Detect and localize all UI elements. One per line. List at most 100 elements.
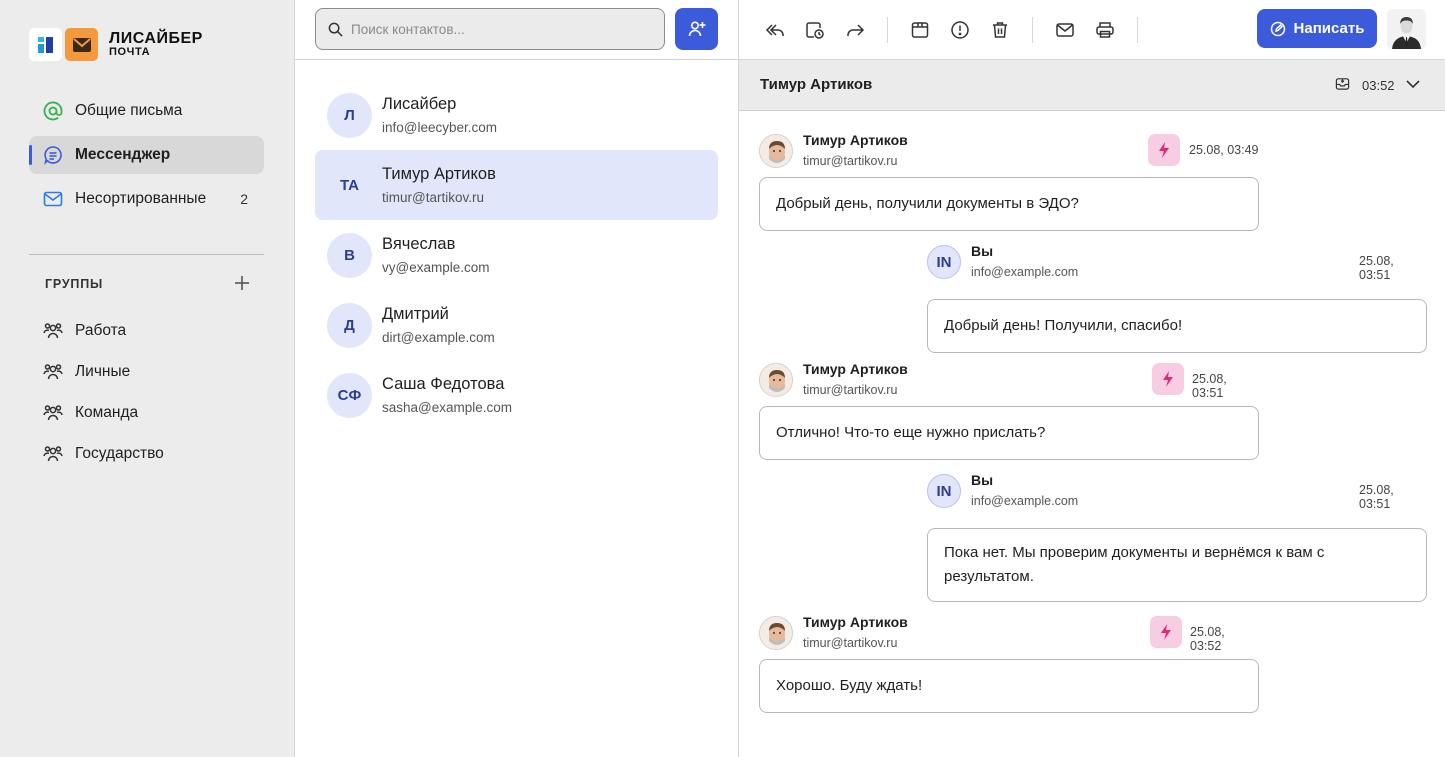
group-item-government[interactable]: Государство [43, 433, 164, 474]
conversation-title: Тимур Артиков [760, 76, 873, 93]
reply-all-icon[interactable] [765, 20, 785, 40]
toolbar-separator [1137, 17, 1138, 43]
message-outgoing: IN Вы info@example.com 25.08, 03:51 Добр… [927, 243, 1427, 353]
trash-icon[interactable] [990, 20, 1010, 40]
group-item-personal[interactable]: Личные [43, 351, 164, 392]
contact-item[interactable]: Д Дмитрий dirt@example.com [315, 290, 718, 360]
group-item-label: Государство [75, 444, 164, 462]
add-contact-button[interactable] [675, 8, 718, 50]
mail-received-icon [1335, 78, 1350, 90]
forward-icon[interactable] [845, 20, 865, 40]
sender-email: info@example.com [971, 494, 1079, 508]
archive-icon[interactable] [910, 20, 930, 40]
groups-title: ГРУППЫ [45, 277, 104, 291]
contact-email: vy@example.com [382, 260, 490, 275]
nav-item-messenger[interactable]: Мессенджер [29, 136, 264, 174]
group-item-team[interactable]: Команда [43, 392, 164, 433]
compose-button[interactable]: Написать [1257, 9, 1377, 48]
plus-icon [235, 276, 249, 290]
message-time: 25.08, 03:51 [1359, 483, 1394, 511]
contact-item[interactable]: СФ Саша Федотова sasha@example.com [315, 360, 718, 430]
sender-name: Вы [971, 472, 994, 488]
message-bubble: Добрый день! Получили, спасибо! [927, 299, 1427, 353]
groups-list: Работа Личные Команда Государство [43, 310, 164, 474]
contact-name: Вячеслав [382, 235, 456, 253]
mark-unread-icon[interactable] [1055, 20, 1075, 40]
lightning-icon [1159, 142, 1169, 158]
user-avatar[interactable] [1387, 9, 1426, 49]
chat-icon [43, 145, 63, 165]
logo-subtitle: ПОЧТА [109, 46, 151, 58]
add-user-icon [688, 21, 705, 37]
conversation-time: 03:52 [1362, 78, 1395, 93]
unread-count-badge: 2 [240, 191, 248, 207]
contact-list: Л Лисайбер info@leecyber.com ТА Тимур Ар… [315, 80, 718, 430]
app-logo[interactable]: ЛИСАЙБЕР ПОЧТА [29, 28, 203, 61]
message-bubble: Добрый день, получили документы в ЭДО? [759, 177, 1259, 231]
envelope-icon [43, 189, 63, 209]
message-incoming: Тимур Артиков timur@tartikov.ru 25.08, 0… [759, 361, 1259, 460]
contact-item[interactable]: Л Лисайбер info@leecyber.com [315, 80, 718, 150]
message-time: 25.08, 03:51 [1359, 254, 1394, 282]
contact-search[interactable] [315, 8, 665, 50]
contact-item[interactable]: В Вячеслав vy@example.com [315, 220, 718, 290]
message-incoming: Тимур Артиков timur@tartikov.ru 25.08, 0… [759, 132, 1259, 231]
sender-avatar [759, 363, 793, 397]
contact-search-input[interactable] [351, 21, 651, 37]
message-incoming: Тимур Артиков timur@tartikov.ru 25.08, 0… [759, 614, 1259, 713]
message-toolbar: Написать [739, 0, 1445, 60]
message-sender: Тимур Артиков timur@tartikov.ru 25.08, 0… [759, 361, 1259, 401]
compose-pen-icon [1270, 21, 1285, 36]
message-time: 25.08, 03:49 [1189, 143, 1259, 157]
sender-email: timur@tartikov.ru [803, 636, 898, 650]
toolbar-separator [1032, 17, 1033, 43]
spam-icon[interactable] [950, 20, 970, 40]
group-item-label: Личные [75, 362, 131, 380]
nav-item-label: Общие письма [75, 102, 183, 119]
logo-squares-icon [29, 28, 62, 61]
contact-email: info@leecyber.com [382, 120, 498, 135]
message-time: 25.08, 03:52 [1190, 625, 1225, 653]
people-icon [43, 404, 63, 420]
nav-item-label: Несортированные [75, 190, 207, 207]
nav-item-all-mail[interactable]: Общие письма [29, 92, 264, 130]
priority-badge[interactable] [1148, 134, 1180, 166]
contact-avatar: Д [327, 302, 372, 348]
group-item-work[interactable]: Работа [43, 310, 164, 351]
at-icon [43, 101, 63, 121]
message-sender: IN Вы info@example.com 25.08, 03:51 [927, 243, 1427, 283]
groups-header: ГРУППЫ [45, 274, 250, 294]
contact-email: sasha@example.com [382, 400, 513, 415]
compose-label: Написать [1293, 20, 1365, 37]
snooze-icon[interactable] [805, 20, 825, 40]
contacts-panel: Л Лисайбер info@leecyber.com ТА Тимур Ар… [295, 0, 739, 757]
sender-name: Тимур Артиков [803, 361, 908, 377]
chevron-down-icon[interactable] [1404, 75, 1422, 93]
people-icon [43, 322, 63, 338]
contact-name: Дмитрий [382, 305, 449, 323]
nav-item-label: Мессенджер [75, 146, 171, 163]
people-icon [43, 445, 63, 461]
logo-title: ЛИСАЙБЕР [109, 30, 203, 47]
sender-email: timur@tartikov.ru [803, 154, 898, 168]
group-item-label: Работа [75, 321, 127, 339]
main-nav: Общие письма Мессенджер Несортированные … [29, 92, 264, 224]
memoji-avatar-icon [760, 135, 792, 167]
nav-item-unsorted[interactable]: Несортированные 2 [29, 180, 264, 218]
priority-badge[interactable] [1152, 363, 1184, 395]
contact-name: Лисайбер [382, 95, 457, 113]
toolbar-separator [887, 17, 888, 43]
contacts-header [295, 0, 738, 60]
message-bubble: Отлично! Что-то еще нужно прислать? [759, 406, 1259, 460]
message-sender: IN Вы info@example.com 25.08, 03:51 [927, 472, 1427, 512]
add-group-button[interactable] [234, 274, 250, 294]
message-bubble: Пока нет. Мы проверим документы и вернём… [927, 528, 1427, 602]
contact-item-selected[interactable]: ТА Тимур Артиков timur@tartikov.ru [315, 150, 718, 220]
sender-email: info@example.com [971, 265, 1079, 279]
conversation-header: Тимур Артиков 03:52 [739, 60, 1445, 111]
contact-avatar: В [327, 232, 372, 278]
lightning-icon [1163, 371, 1173, 387]
print-icon[interactable] [1095, 20, 1115, 40]
priority-badge[interactable] [1150, 616, 1182, 648]
lightning-icon [1161, 624, 1171, 640]
